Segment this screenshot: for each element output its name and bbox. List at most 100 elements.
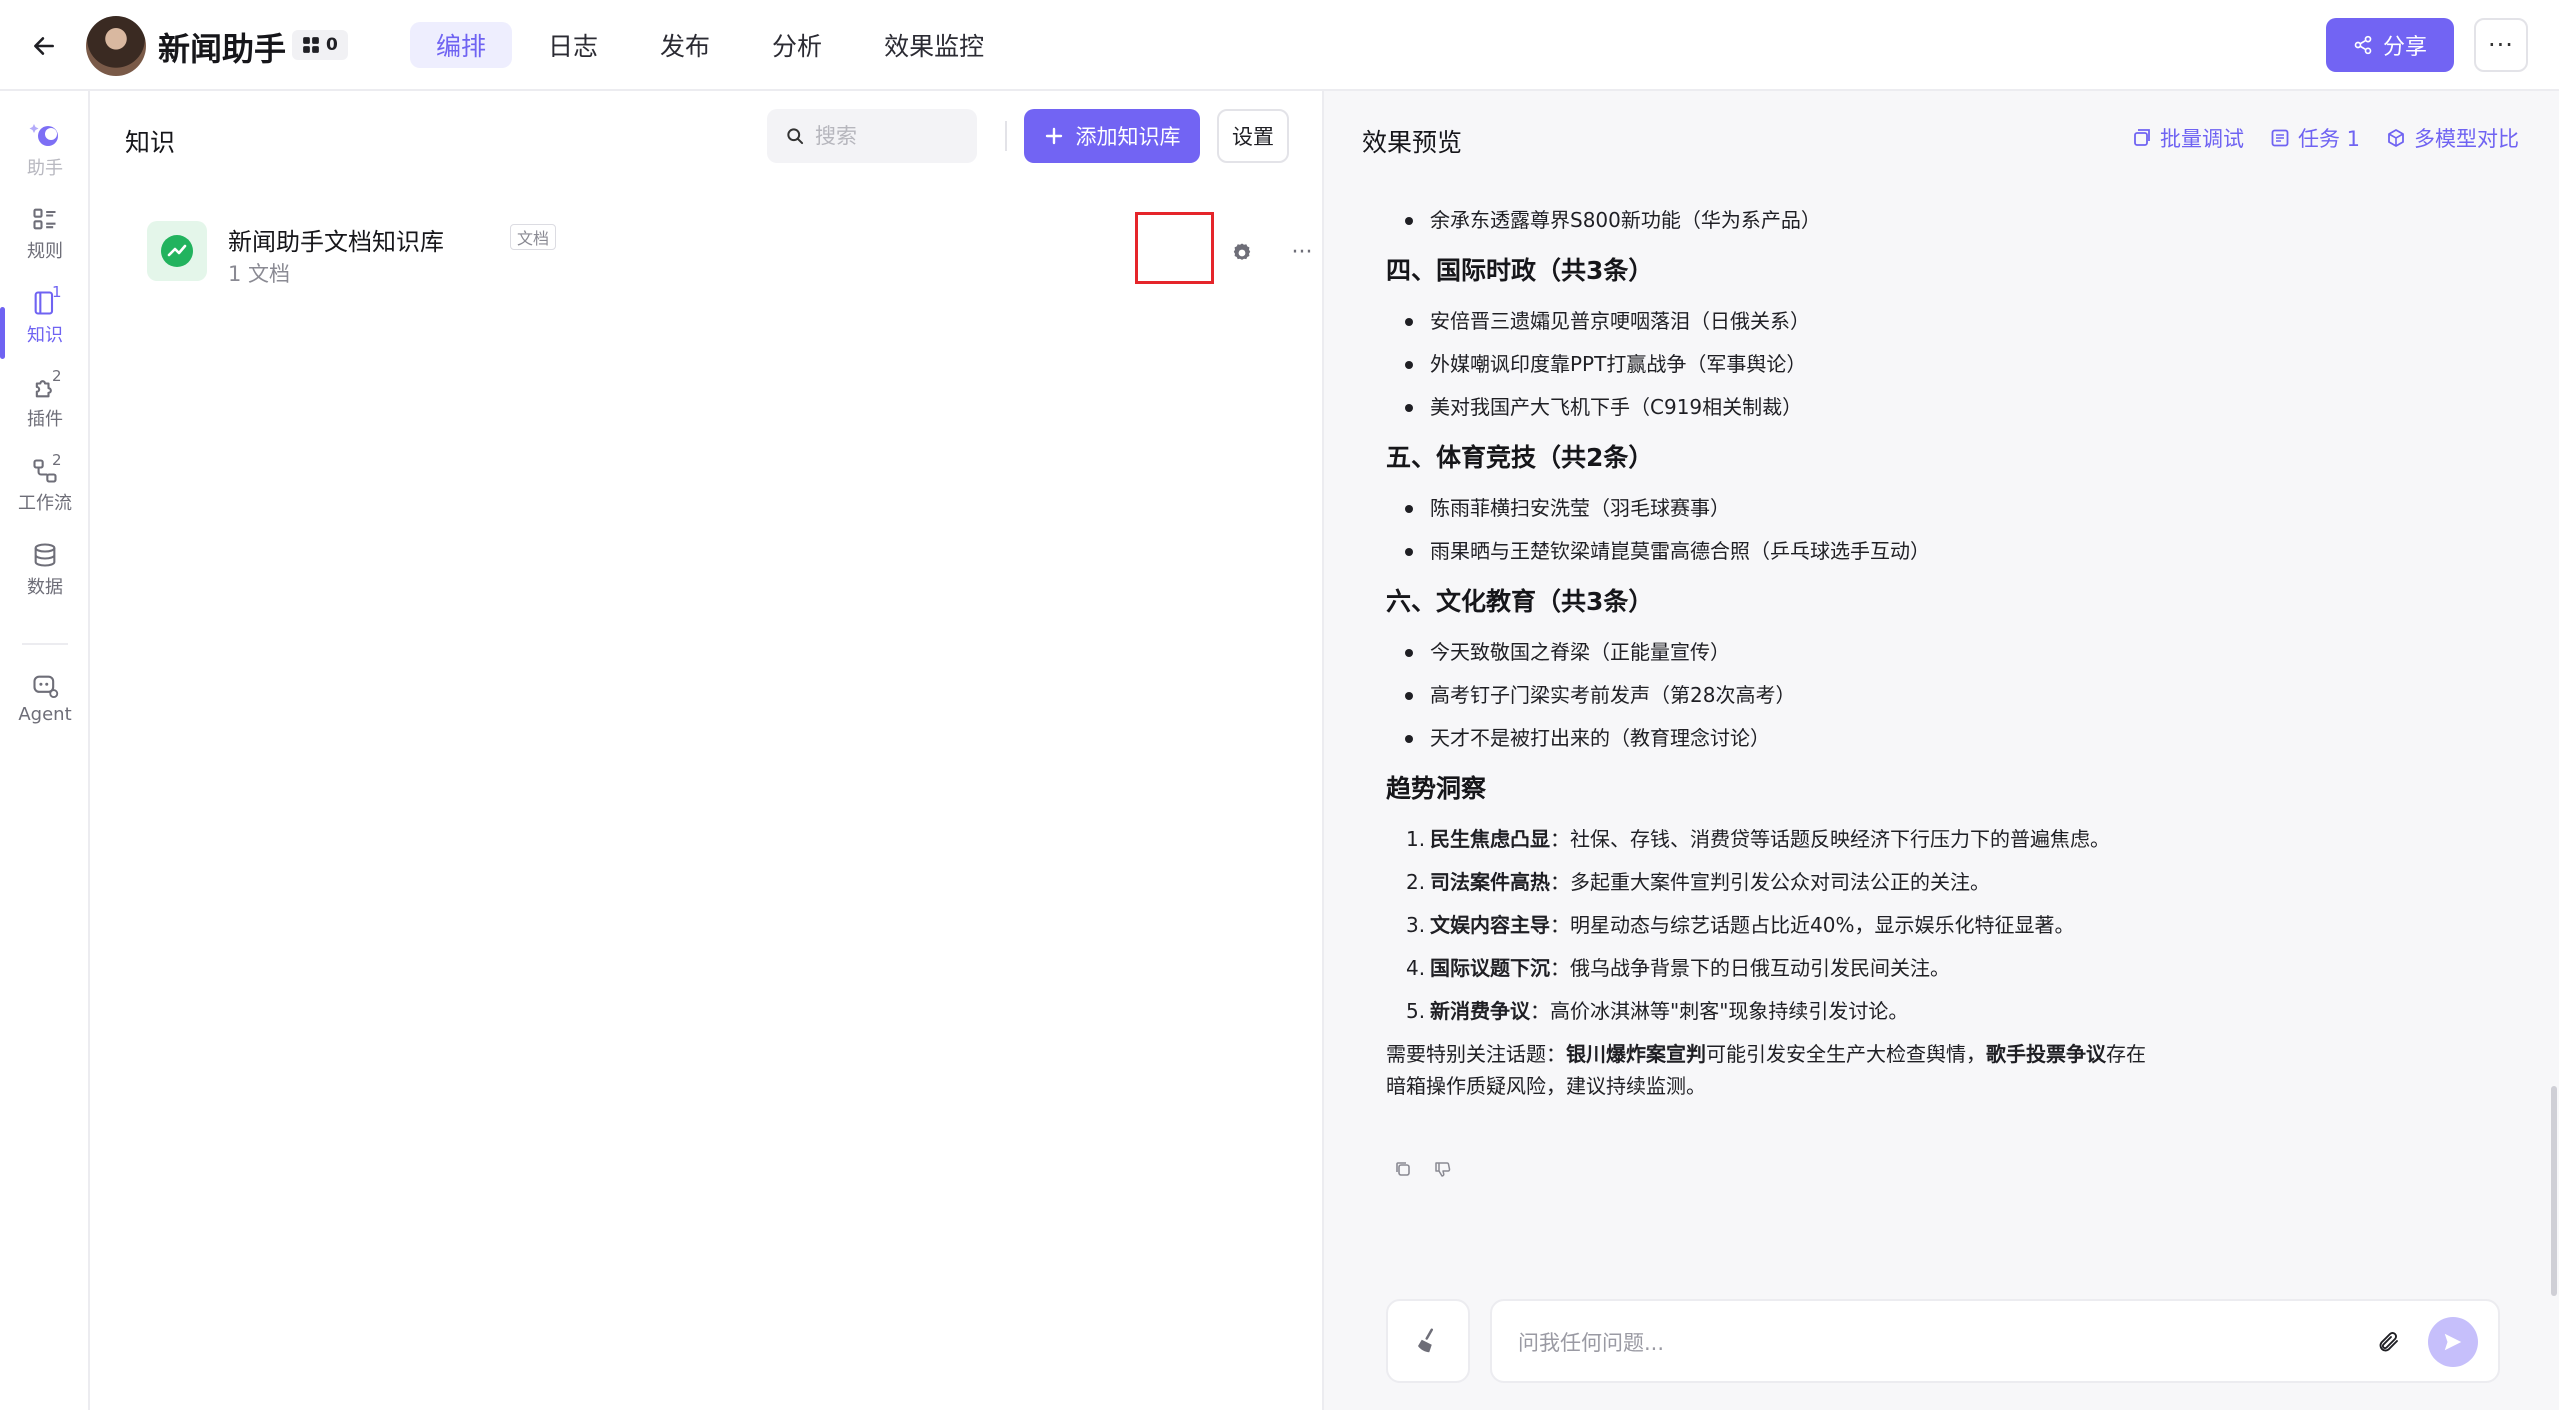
item-keyword: 国际议题下沉 bbox=[1430, 956, 1550, 980]
kb-type-tag: 文档 bbox=[510, 224, 557, 250]
tab-publish[interactable]: 发布 bbox=[634, 22, 736, 68]
kb-more-button[interactable]: ··· bbox=[1282, 232, 1322, 272]
note-keyword: 歌手投票争议 bbox=[1986, 1042, 2106, 1066]
kb-icon bbox=[147, 221, 207, 281]
rail-label: 数据 bbox=[27, 577, 63, 598]
scrollbar-thumb[interactable] bbox=[2551, 1086, 2557, 1296]
rail-label: 规则 bbox=[27, 241, 63, 262]
item-text: ：高价冰淇淋等"刺客"现象持续引发讨论。 bbox=[1530, 999, 1909, 1023]
rail-label: 助手 bbox=[27, 158, 63, 179]
dislike-button[interactable] bbox=[1433, 1159, 1453, 1179]
tab-monitoring[interactable]: 效果监控 bbox=[858, 22, 1010, 68]
list-item: 高考钉子门梁实考前发声（第28次高考） bbox=[1386, 674, 2466, 717]
rail-item-plugins[interactable]: 2 插件 bbox=[0, 363, 90, 441]
grid-icon bbox=[303, 37, 319, 53]
item-keyword: 司法案件高热 bbox=[1430, 870, 1550, 894]
broom-icon bbox=[1418, 1328, 1433, 1353]
numbered-item: 3. 文娱内容主导：明星动态与综艺话题占比近40%，显示娱乐化特征显著。 bbox=[1386, 909, 2146, 941]
clear-chat-button[interactable] bbox=[1386, 1299, 1470, 1383]
item-number: 5. bbox=[1406, 999, 1426, 1023]
avatar[interactable] bbox=[86, 16, 146, 76]
task-list-icon bbox=[2271, 129, 2289, 147]
tasks-button[interactable]: 任务 1 bbox=[2270, 123, 2360, 153]
list-item: 天才不是被打出来的（教育理念讨论） bbox=[1386, 717, 2466, 760]
send-button[interactable] bbox=[2428, 1317, 2478, 1367]
list-item: 外媒嘲讽印度靠PPT打赢战争（军事舆论） bbox=[1386, 343, 2466, 386]
attention-note: 需要特别关注话题：银川爆炸案宣判可能引发安全生产大检查舆情，歌手投票争议存在暗箱… bbox=[1386, 1038, 2146, 1102]
chat-input-box bbox=[1490, 1299, 2500, 1383]
attach-button[interactable] bbox=[2374, 1327, 2404, 1357]
rail-item-agent[interactable]: Agent bbox=[0, 659, 90, 737]
add-knowledge-button[interactable]: 添加知识库 bbox=[1024, 109, 1200, 163]
top-bar: 新闻助手 0 编排 日志 发布 分析 效果监控 分享 ··· bbox=[0, 0, 2559, 91]
tasks-label: 任务 1 bbox=[2297, 127, 2360, 151]
share-icon bbox=[2354, 35, 2372, 55]
settings-button[interactable]: 设置 bbox=[1217, 109, 1289, 163]
item-number: 2. bbox=[1406, 870, 1426, 894]
note-prefix: 需要特别关注话题： bbox=[1386, 1042, 1566, 1066]
item-text: ：俄乌战争背景下的日俄互动引发民间关注。 bbox=[1550, 956, 1950, 980]
batch-debug-label: 批量调试 bbox=[2159, 127, 2244, 151]
rail-label: Agent bbox=[18, 703, 72, 725]
search-box[interactable] bbox=[767, 109, 977, 163]
item-number: 1. bbox=[1406, 827, 1426, 851]
tab-orchestrate[interactable]: 编排 bbox=[410, 22, 513, 68]
thumb-down-icon bbox=[1435, 1162, 1451, 1177]
database-icon bbox=[34, 543, 56, 567]
copy-icon bbox=[1396, 1162, 1410, 1176]
rules-icon bbox=[33, 208, 56, 230]
agent-icon bbox=[33, 675, 59, 698]
rail-badge: 2 bbox=[52, 451, 62, 469]
list-item: 美对我国产大飞机下手（C919相关制裁） bbox=[1386, 386, 2466, 429]
panel-title: 知识 bbox=[125, 128, 176, 157]
send-icon bbox=[2444, 1333, 2462, 1351]
list-item: 今天致敬国之脊梁（正能量宣传） bbox=[1386, 631, 2466, 674]
copy-button[interactable] bbox=[1393, 1159, 1413, 1179]
tab-analysis[interactable]: 分析 bbox=[746, 22, 848, 68]
panel-title: 效果预览 bbox=[1362, 128, 1463, 157]
member-count: 0 bbox=[326, 35, 338, 55]
batch-debug-button[interactable]: 批量调试 bbox=[2132, 123, 2244, 153]
knowledge-base-item[interactable]: 新闻助手文档知识库 文档 1 文档 ··· bbox=[147, 218, 1312, 288]
rail-label: 工作流 bbox=[18, 493, 72, 514]
item-text: ：明星动态与综艺话题占比近40%，显示娱乐化特征显著。 bbox=[1550, 913, 2075, 937]
note-keyword: 银川爆炸案宣判 bbox=[1566, 1042, 1706, 1066]
rail-item-rules[interactable]: 规则 bbox=[0, 195, 90, 273]
item-number: 4. bbox=[1406, 956, 1426, 980]
preview-toolbar: 批量调试 任务 1 多模型对比 bbox=[2132, 123, 2519, 153]
back-button[interactable] bbox=[26, 28, 62, 64]
list-item: 雨果晒与王楚钦梁靖崑莫雷高德合照（乒乓球选手互动） bbox=[1386, 530, 2466, 573]
toolbar-divider bbox=[1005, 121, 1007, 151]
search-input[interactable] bbox=[815, 124, 965, 148]
more-menu-button[interactable]: ··· bbox=[2474, 18, 2528, 72]
cube-icon bbox=[2388, 129, 2404, 147]
section-heading: 六、文化教育（共3条） bbox=[1386, 587, 1654, 616]
trend-circle-icon bbox=[161, 235, 193, 267]
share-button[interactable]: 分享 bbox=[2326, 18, 2454, 72]
rail-item-workflow[interactable]: 2 工作流 bbox=[0, 447, 90, 525]
plus-icon bbox=[1045, 127, 1062, 145]
numbered-item: 5. 新消费争议：高价冰淇淋等"刺客"现象持续引发讨论。 bbox=[1386, 995, 2146, 1027]
list-item: 安倍晋三遗孀见普京哽咽落泪（日俄关系） bbox=[1386, 300, 2466, 343]
numbered-item: 4. 国际议题下沉：俄乌战争背景下的日俄互动引发民间关注。 bbox=[1386, 952, 2146, 984]
kb-settings-button[interactable] bbox=[1227, 238, 1257, 268]
rail-badge: 2 bbox=[52, 367, 62, 385]
multi-model-compare-button[interactable]: 多模型对比 bbox=[2386, 123, 2519, 153]
section-heading: 四、国际时政（共3条） bbox=[1386, 256, 1654, 285]
note-text: 可能引发安全生产大检查舆情， bbox=[1706, 1042, 1986, 1066]
kb-name: 新闻助手文档知识库 bbox=[228, 228, 444, 256]
rail-badge: 1 bbox=[52, 283, 62, 301]
rail-item-assistant[interactable]: 助手 bbox=[0, 111, 90, 189]
member-badge[interactable]: 0 bbox=[292, 30, 348, 60]
share-label: 分享 bbox=[2382, 35, 2427, 60]
tab-logs[interactable]: 日志 bbox=[522, 22, 624, 68]
rail-item-knowledge[interactable]: 1 知识 bbox=[0, 279, 90, 357]
gear-icon bbox=[1233, 243, 1251, 260]
knowledge-panel: 知识 添加知识库 设置 新闻助手文档知识库 文档 1 文档 bbox=[92, 93, 1322, 1410]
chat-input[interactable] bbox=[1518, 1323, 2318, 1363]
item-keyword: 文娱内容主导 bbox=[1430, 913, 1550, 937]
rail-label: 插件 bbox=[27, 409, 63, 430]
numbered-item: 2. 司法案件高热：多起重大案件宣判引发公众对司法公正的关注。 bbox=[1386, 866, 2146, 898]
rail-item-data[interactable]: 数据 bbox=[0, 531, 90, 609]
item-text: ：多起重大案件宣判引发公众对司法公正的关注。 bbox=[1550, 870, 1990, 894]
